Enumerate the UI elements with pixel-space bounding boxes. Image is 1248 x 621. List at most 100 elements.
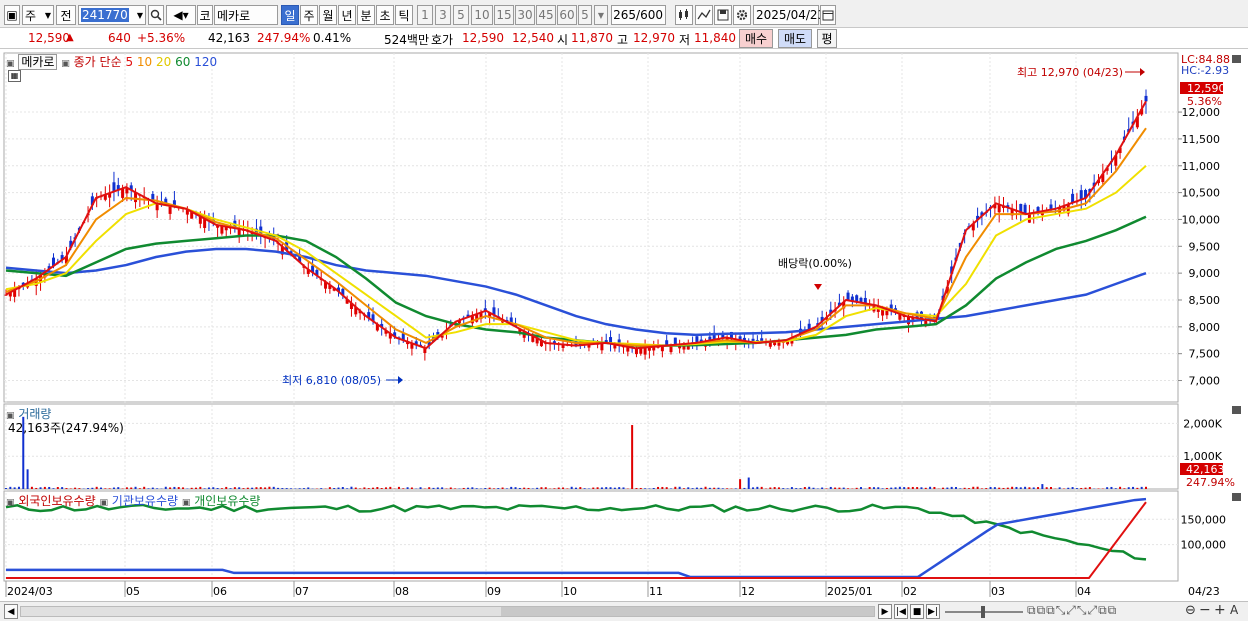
volume-bar xyxy=(255,487,258,489)
volume-bar xyxy=(95,486,98,489)
volume-bar xyxy=(346,488,349,489)
interval-15-button[interactable]: 15 xyxy=(494,5,514,25)
period-tick-button[interactable]: 틱 xyxy=(395,5,413,25)
interval-input[interactable]: 5 xyxy=(578,5,592,25)
calendar-icon[interactable] xyxy=(820,5,836,25)
volume-bar xyxy=(652,487,655,489)
volume-bar xyxy=(790,487,793,489)
minus-icon[interactable]: − xyxy=(1199,602,1211,618)
period-week-button[interactable]: 주 xyxy=(300,5,318,25)
eval-button[interactable]: 평 xyxy=(817,29,837,48)
volume-bar xyxy=(1019,487,1022,489)
volume-bar xyxy=(61,487,64,489)
x-tick-label: 2025/01 xyxy=(827,585,873,598)
code-input[interactable]: 241770 ▼ xyxy=(78,5,146,25)
volume-bar xyxy=(877,487,880,489)
first-page-icon[interactable]: |◀ xyxy=(894,604,908,619)
x-tick-label: 05 xyxy=(126,585,140,598)
individual-holding-label[interactable]: 개인보유수량 xyxy=(194,494,260,508)
ma120-label[interactable]: 120 xyxy=(194,55,217,69)
ma10-label[interactable]: 10 xyxy=(137,55,152,69)
stock-name-field[interactable]: 메카로 xyxy=(214,5,278,25)
drawing-tools-icon[interactable]: ⧉⧉⧉⤡⤢⤡⤢⧉⧉ xyxy=(1027,603,1117,618)
volume-bar xyxy=(579,487,582,489)
volume-bar xyxy=(1011,486,1014,489)
interval-30-button[interactable]: 30 xyxy=(515,5,535,25)
volume-bar xyxy=(52,488,55,489)
plus-icon[interactable]: + xyxy=(1214,602,1226,618)
interval-3-button[interactable]: 3 xyxy=(435,5,451,25)
zoom-slider[interactable] xyxy=(945,606,1023,618)
period-month-button[interactable]: 월 xyxy=(319,5,337,25)
low-label: 저 xyxy=(679,33,691,47)
volume-bar xyxy=(570,486,573,489)
market-select[interactable]: 주 ▼ xyxy=(22,5,54,25)
interval-10-button[interactable]: 10 xyxy=(471,5,493,25)
save-icon[interactable] xyxy=(714,5,732,25)
period-year-button[interactable]: 년 xyxy=(338,5,356,25)
prev-button[interactable]: 전 xyxy=(56,5,76,25)
last-page-icon[interactable]: ▶| xyxy=(926,604,940,619)
sell-button[interactable]: 매도 xyxy=(778,29,812,48)
price-tick-label: 7,500 xyxy=(1189,348,1221,361)
foreign-holding-label[interactable]: 외국인보유수량 xyxy=(18,494,95,508)
draw-tool-icon[interactable] xyxy=(695,5,713,25)
scroll-right-icon[interactable]: ▶ xyxy=(878,604,892,619)
volume-bar xyxy=(622,487,625,489)
interval-60-button[interactable]: 60 xyxy=(557,5,577,25)
zoom-out-icon[interactable]: ⊖ xyxy=(1185,603,1196,618)
x-tick-label: 10 xyxy=(563,585,577,598)
scrollbar-thumb[interactable] xyxy=(501,607,874,616)
price-tick-label: 7,000 xyxy=(1189,375,1221,388)
interval-1-button[interactable]: 1 xyxy=(417,5,433,25)
volume-bar xyxy=(298,488,301,489)
volume-bar xyxy=(354,487,357,489)
volume-bar xyxy=(916,487,919,489)
volume-bar xyxy=(376,487,379,489)
price-panel-close-icon[interactable] xyxy=(1232,55,1241,63)
stock-name-tag[interactable]: 메카로 xyxy=(18,54,58,70)
interval-45-button[interactable]: 45 xyxy=(536,5,556,25)
volume-bar xyxy=(777,487,780,489)
search-icon[interactable] xyxy=(148,5,164,25)
date-field[interactable]: 2025/04/23 xyxy=(753,5,825,25)
period-day-button[interactable]: 일 xyxy=(281,5,299,25)
zoom-slider-handle[interactable] xyxy=(981,606,985,618)
gear-icon[interactable] xyxy=(733,5,751,25)
interval-5-button[interactable]: 5 xyxy=(453,5,469,25)
candle-type-icon[interactable] xyxy=(675,5,693,25)
auto-scale-icon[interactable]: A xyxy=(1230,603,1238,617)
institution-holding-label[interactable]: 기관보유수량 xyxy=(112,494,178,508)
chevron-down-icon[interactable]: ▼ xyxy=(594,5,608,25)
current-pct-tag: 5.36% xyxy=(1187,95,1222,108)
volume-bar xyxy=(156,488,159,489)
volume-bar xyxy=(363,487,366,489)
volume-bar xyxy=(989,487,992,489)
quote-label: 호가 xyxy=(431,33,454,47)
stop-icon[interactable]: ■ xyxy=(910,604,924,619)
horizontal-scrollbar[interactable] xyxy=(20,606,875,617)
calculator-icon[interactable]: ▦ xyxy=(8,70,21,82)
period-minute-button[interactable]: 분 xyxy=(357,5,375,25)
volume-panel-close-icon[interactable] xyxy=(1232,406,1241,414)
bid-value: 12,540 xyxy=(512,31,554,45)
x-tick-label: 09 xyxy=(487,585,501,598)
open-value: 11,870 xyxy=(571,31,613,45)
ma5-label[interactable]: 5 xyxy=(125,55,133,69)
volume-bar xyxy=(933,486,936,489)
window-menu-icon[interactable]: ▣ xyxy=(4,5,20,25)
holder-panel-close-icon[interactable] xyxy=(1232,493,1241,501)
price-tick-label: 8,500 xyxy=(1189,294,1221,307)
scroll-left-icon[interactable]: ◀ xyxy=(4,604,18,619)
chart-area[interactable]: 12,000 11,500 11,000 10,500 10,000 9,500 9,000… xyxy=(0,49,1248,601)
period-second-button[interactable]: 초 xyxy=(376,5,394,25)
count-field[interactable]: 265/600 xyxy=(611,5,666,25)
ma60-label[interactable]: 60 xyxy=(175,55,190,69)
buy-button[interactable]: 매수 xyxy=(739,29,773,48)
volume-bar xyxy=(691,488,694,489)
ma20-label[interactable]: 20 xyxy=(156,55,171,69)
sound-icon[interactable]: ◀▾ xyxy=(166,5,196,25)
volume-bar xyxy=(618,487,621,489)
volume-bar xyxy=(661,486,664,489)
low-annotation: 최저 6,810 (08/05) xyxy=(282,374,381,387)
